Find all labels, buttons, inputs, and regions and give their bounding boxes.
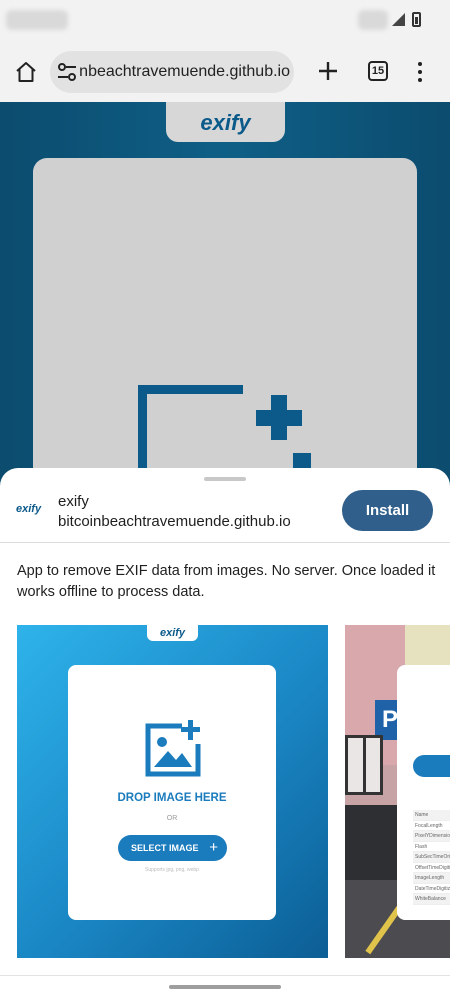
- exif-row: DateTimeDigitized: [413, 884, 450, 894]
- building-window: [345, 735, 383, 795]
- sheet-drag-handle[interactable]: [204, 477, 246, 481]
- app-description: App to remove EXIF data from images. No …: [17, 563, 436, 600]
- add-image-icon: [145, 720, 201, 777]
- page-logo-text: exify: [200, 110, 251, 135]
- install-button[interactable]: Install: [342, 490, 433, 531]
- supported-formats-label: Supports jpg, png, webp: [145, 867, 199, 873]
- browser-toolbar: bitcoinbeachtravemuende.github.io 15: [0, 40, 450, 102]
- battery-icon: [412, 12, 421, 27]
- exif-row: OffsetTimeDigitized: [413, 863, 450, 873]
- exif-row: ImageLength: [413, 873, 450, 884]
- install-app-sheet: exify exify bitcoinbeachtravemuende.gith…: [0, 468, 450, 1000]
- exif-row: FocalLength: [413, 821, 450, 831]
- address-bar[interactable]: bitcoinbeachtravemuende.github.io: [50, 51, 294, 93]
- select-image-button: SELECT IMAGE +: [118, 835, 227, 861]
- exif-table: Name FocalLength PixelYDimension Flash S…: [413, 810, 450, 905]
- screenshot-drop-card: DROP IMAGE HERE OR SELECT IMAGE + Suppor…: [68, 665, 276, 920]
- exif-row: SubSecTimeOriginal: [413, 852, 450, 863]
- app-name: exify: [58, 493, 89, 510]
- app-icon: exify: [16, 503, 42, 515]
- more-options-icon[interactable]: [413, 60, 427, 84]
- screenshot-logo: exify: [147, 625, 198, 641]
- select-image-label: SELECT IMAGE: [131, 843, 199, 853]
- divider: [0, 975, 450, 976]
- exif-row: Name: [413, 810, 450, 821]
- url-text: bitcoinbeachtravemuende.github.io: [80, 63, 290, 80]
- exif-result-card: Name FocalLength PixelYDimension Flash S…: [397, 665, 450, 920]
- url-text-container: bitcoinbeachtravemuende.github.io: [80, 51, 290, 93]
- tab-switcher-button[interactable]: 15: [368, 61, 388, 81]
- building-photo-top: [405, 625, 450, 665]
- plus-icon: +: [209, 839, 218, 856]
- exif-row: PixelYDimension: [413, 831, 450, 842]
- home-icon[interactable]: [14, 60, 38, 84]
- or-label: OR: [166, 815, 178, 822]
- result-button: [413, 755, 450, 777]
- app-screenshot-1[interactable]: exify DROP IMAGE HERE OR SELECT IMAGE + …: [17, 625, 328, 958]
- exif-row: Flash: [413, 842, 450, 852]
- app-screenshot-2[interactable]: P Name FocalLength PixelYDimension Flash…: [345, 625, 450, 958]
- gesture-nav-bar[interactable]: [169, 985, 281, 989]
- divider: [0, 542, 450, 543]
- status-bar: [0, 0, 450, 40]
- exif-row: WhiteBalance: [413, 894, 450, 905]
- drop-image-label: DROP IMAGE HERE: [117, 792, 227, 804]
- status-notification-blurred: [358, 10, 388, 30]
- new-tab-icon[interactable]: [316, 59, 340, 83]
- app-origin: bitcoinbeachtravemuende.github.io: [58, 513, 291, 530]
- page-logo: exify: [166, 102, 285, 142]
- status-time-blurred: [6, 10, 68, 30]
- site-settings-icon[interactable]: [56, 61, 78, 83]
- signal-icon: [392, 13, 405, 26]
